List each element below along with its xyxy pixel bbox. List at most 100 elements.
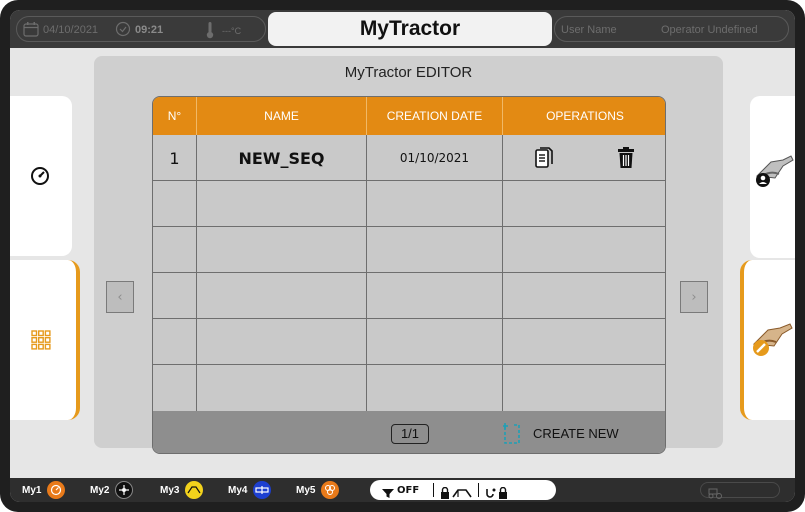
row-name: NEW_SEQ <box>197 135 367 181</box>
my2-label: My2 <box>90 484 110 496</box>
bottom-right-pill <box>700 482 780 499</box>
hitch-lock-icon <box>452 484 472 498</box>
multi-function-icon <box>321 481 340 499</box>
row-number <box>153 319 197 365</box>
off-status: OFF <box>397 484 420 496</box>
row-name <box>197 273 367 319</box>
my4-shortcut[interactable]: My4 <box>228 481 272 499</box>
my1-shortcut[interactable]: My1 <box>22 481 66 499</box>
table-row[interactable]: 1 NEW_SEQ 01/10/2021 <box>153 135 665 181</box>
screen: 04/10/2021 09:21 ---°C MyTractor User Na… <box>10 10 795 502</box>
clock-icon <box>115 21 131 37</box>
implement-edit-tab[interactable] <box>740 260 795 420</box>
document-icon[interactable] <box>535 147 553 169</box>
col-operations: OPERATIONS <box>546 109 624 123</box>
chevron-left-icon: ‹ <box>117 289 123 305</box>
row-operations <box>503 181 665 227</box>
row-number <box>153 227 197 273</box>
app-title: MyTractor <box>359 17 461 40</box>
table-row[interactable] <box>153 273 665 319</box>
apps-grid-tab[interactable] <box>10 260 80 420</box>
bottom-shortcut-bar: My1 My2 My3 My4 My5 OFF <box>10 478 795 502</box>
chevron-right-icon: › <box>691 289 697 305</box>
user-implement-tab[interactable] <box>750 96 795 258</box>
row-operations <box>503 319 665 365</box>
date-text: 04/10/2021 <box>43 24 99 36</box>
row-number <box>153 273 197 319</box>
sequence-table: N° NAME CREATION DATE OPERATIONS 1 NEW_S… <box>152 96 666 454</box>
row-operations <box>503 365 665 411</box>
table-body: 1 NEW_SEQ 01/10/2021 <box>153 135 665 411</box>
row-number <box>153 181 197 227</box>
row-name <box>197 365 367 411</box>
plough-user-icon <box>753 152 795 188</box>
separator <box>478 483 480 497</box>
row-date <box>367 181 503 227</box>
speedometer-tab[interactable] <box>10 96 72 256</box>
row-number <box>153 365 197 411</box>
hook-icon <box>485 484 497 498</box>
row-operations <box>503 227 665 273</box>
speedometer-icon <box>29 165 51 187</box>
table-header: N° NAME CREATION DATE OPERATIONS <box>153 97 665 135</box>
editor-title: MyTractor EDITOR <box>344 64 473 81</box>
table-row[interactable] <box>153 365 665 411</box>
my2-shortcut[interactable]: My2 <box>90 481 134 499</box>
row-date <box>367 227 503 273</box>
table-row[interactable] <box>153 319 665 365</box>
create-new-button[interactable]: CREATE NEW <box>502 419 619 447</box>
my3-label: My3 <box>160 484 180 496</box>
operator-text: Operator Undefined <box>661 24 758 36</box>
gauge-icon <box>47 481 66 499</box>
table-row[interactable] <box>153 227 665 273</box>
col-number: N° <box>153 97 197 135</box>
user-name-text: User Name <box>561 24 617 36</box>
status-pill: OFF <box>370 480 556 500</box>
col-creation-date: CREATION DATE <box>367 97 503 135</box>
tractor-icon <box>707 484 723 499</box>
prev-page-button[interactable]: ‹ <box>106 281 134 313</box>
my3-shortcut[interactable]: My3 <box>160 481 204 499</box>
row-name <box>197 319 367 365</box>
temperature-text: ---°C <box>222 26 242 36</box>
my4-label: My4 <box>228 484 248 496</box>
row-name <box>197 181 367 227</box>
device-frame: 04/10/2021 09:21 ---°C MyTractor User Na… <box>0 0 805 512</box>
grid-icon <box>31 330 51 350</box>
my5-label: My5 <box>296 484 316 496</box>
row-operations <box>503 135 665 181</box>
separator <box>433 483 435 497</box>
lock-icon <box>498 484 508 499</box>
time-text: 09:21 <box>135 24 164 36</box>
hydraulic-icon <box>253 481 272 499</box>
row-date <box>367 365 503 411</box>
page-indicator: 1/1 <box>391 424 429 444</box>
table-footer: 1/1 CREATE NEW <box>153 411 665 453</box>
hitch-icon <box>185 481 204 499</box>
trash-icon[interactable] <box>617 147 635 169</box>
editor-panel: MyTractor EDITOR ‹ › N° NAME CREATION DA… <box>94 56 723 454</box>
col-name: NAME <box>197 97 367 135</box>
filter-icon <box>382 484 394 498</box>
row-number: 1 <box>153 135 197 181</box>
row-name <box>197 227 367 273</box>
table-row[interactable] <box>153 181 665 227</box>
app-title-box: MyTractor <box>268 12 552 46</box>
plough-edit-icon <box>750 322 794 358</box>
new-document-icon <box>502 421 523 445</box>
user-info-pill[interactable]: User Name Operator Undefined <box>554 16 789 42</box>
row-date <box>367 273 503 319</box>
calendar-icon <box>23 21 39 37</box>
top-status-bar: 04/10/2021 09:21 ---°C MyTractor User Na… <box>10 10 795 48</box>
row-date: 01/10/2021 <box>367 135 503 181</box>
lock-icon <box>440 484 450 499</box>
create-new-label: CREATE NEW <box>533 425 619 441</box>
pto-icon <box>115 481 134 499</box>
row-operations <box>503 273 665 319</box>
my5-shortcut[interactable]: My5 <box>296 481 340 499</box>
next-page-button[interactable]: › <box>680 281 708 313</box>
date-time-pill: 04/10/2021 09:21 ---°C <box>16 16 266 42</box>
my1-label: My1 <box>22 484 42 496</box>
row-date <box>367 319 503 365</box>
thermometer-icon <box>205 21 215 39</box>
